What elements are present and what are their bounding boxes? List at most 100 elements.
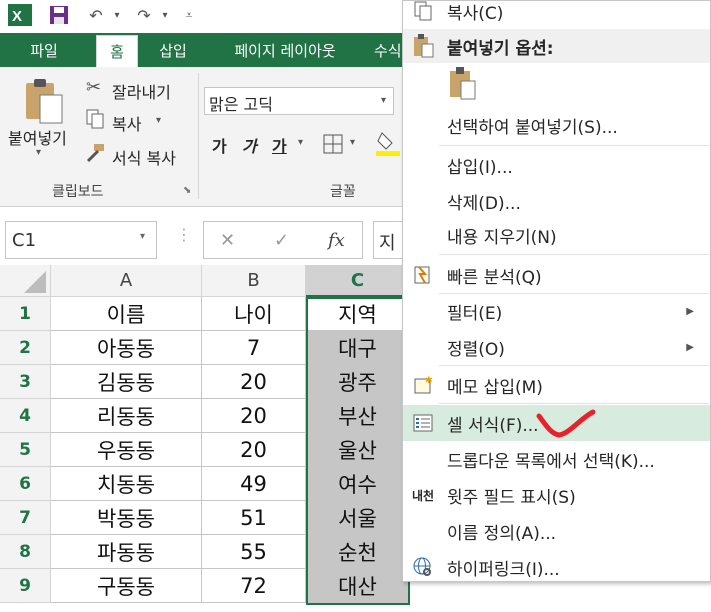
customize-qat-icon[interactable]: ⩡ <box>180 4 198 26</box>
row-header[interactable]: 2 <box>0 331 51 365</box>
table-cell-c[interactable]: 순천 <box>306 535 410 569</box>
menu-item-paste-special-label: 선택하여 붙여넣기(S)... <box>447 117 618 138</box>
tab-home[interactable]: 홈 <box>96 35 138 67</box>
menu-item-sort[interactable]: 정렬(O) ▶ <box>403 329 710 365</box>
menu-item-delete[interactable]: 삭제(D)... <box>403 183 710 219</box>
tab-file[interactable]: 파일 <box>0 33 88 67</box>
font-name-dropdown[interactable]: 맑은 고딕 ▾ <box>204 87 394 115</box>
menu-item-delete-label: 삭제(D)... <box>447 193 521 214</box>
undo-dropdown-icon[interactable]: ▾ <box>110 4 124 26</box>
menu-item-paste-special[interactable]: 선택하여 붙여넣기(S)... <box>403 107 710 143</box>
format-painter-button[interactable]: 서식 복사 <box>112 145 176 169</box>
paste-icon[interactable] <box>22 79 66 125</box>
menu-item-insert[interactable]: 삽입(I)... <box>403 147 710 183</box>
bold-button[interactable]: 가 <box>212 133 227 157</box>
table-cell-a[interactable]: 구동동 <box>51 569 202 603</box>
table-cell-a[interactable]: 리동동 <box>51 399 202 433</box>
table-cell-a[interactable]: 아동동 <box>51 331 202 365</box>
copy-button[interactable]: 복사 <box>112 111 141 135</box>
tab-formulas[interactable]: 수식 <box>368 33 402 67</box>
cut-button[interactable]: 잘라내기 <box>112 79 171 103</box>
table-cell-a[interactable]: 이름 <box>51 297 202 331</box>
table-cell-c[interactable]: 지역 <box>306 297 410 331</box>
borders-icon[interactable] <box>322 133 346 155</box>
table-cell-c[interactable]: 여수 <box>306 467 410 501</box>
row-header[interactable]: 7 <box>0 501 51 535</box>
table-cell-b[interactable]: 72 <box>202 569 306 603</box>
menu-item-copy-label: 복사(C) <box>447 3 504 24</box>
row-header[interactable]: 5 <box>0 433 51 467</box>
table-cell-b[interactable]: 20 <box>202 365 306 399</box>
row-header[interactable]: 1 <box>0 297 51 331</box>
copy-icon[interactable] <box>86 109 104 129</box>
paste-dropdown-icon[interactable]: ▾ <box>36 147 41 158</box>
menu-item-phonetic[interactable]: 내천 윗주 필드 표시(S) <box>403 477 710 513</box>
cut-icon[interactable]: ✂ <box>86 77 101 98</box>
table-cell-b[interactable]: 51 <box>202 501 306 535</box>
table-cell-b[interactable]: 20 <box>202 399 306 433</box>
table-cell-c[interactable]: 서울 <box>306 501 410 535</box>
italic-button[interactable]: 가 <box>242 133 257 157</box>
underline-dropdown-icon[interactable]: ▾ <box>298 137 303 148</box>
tab-page-layout[interactable]: 페이지 레이아웃 <box>208 33 362 67</box>
redo-icon[interactable]: ↷ <box>132 4 156 26</box>
row-header[interactable]: 8 <box>0 535 51 569</box>
fill-color-icon[interactable] <box>376 129 402 157</box>
format-painter-icon[interactable] <box>84 143 106 163</box>
close-icon[interactable]: ✕ <box>220 230 235 251</box>
table-cell-c[interactable]: 대산 <box>306 569 410 603</box>
menu-item-copy[interactable]: 복사(C) <box>403 0 710 29</box>
table-cell-c[interactable]: 울산 <box>306 433 410 467</box>
fx-button[interactable]: fx <box>328 230 345 251</box>
menu-item-pick-from-list[interactable]: 드롭다운 목록에서 선택(K)... <box>403 441 710 477</box>
column-header-a[interactable]: A <box>51 265 202 297</box>
chevron-down-icon[interactable]: ▾ <box>381 95 386 106</box>
column-header-c[interactable]: C <box>306 265 410 297</box>
menu-item-define-name[interactable]: 이름 정의(A)... <box>403 513 710 549</box>
menu-item-quick-analysis[interactable]: 빠른 분석(Q) <box>403 257 710 293</box>
undo-icon[interactable]: ↶ <box>84 4 108 26</box>
table-cell-a[interactable]: 치동동 <box>51 467 202 501</box>
submenu-arrow-icon: ▶ <box>686 305 694 317</box>
underline-button[interactable]: 가 <box>272 133 287 157</box>
copy-dropdown-icon[interactable]: ▾ <box>156 115 161 126</box>
name-box-dropdown-icon[interactable]: ▾ <box>140 231 145 242</box>
row-header[interactable]: 4 <box>0 399 51 433</box>
table-cell-a[interactable]: 김동동 <box>51 365 202 399</box>
table-cell-c[interactable]: 대구 <box>306 331 410 365</box>
row-header[interactable]: 3 <box>0 365 51 399</box>
paste-button[interactable]: 붙여넣기 <box>8 125 67 149</box>
save-icon[interactable] <box>46 4 72 26</box>
select-all-corner[interactable] <box>0 265 51 297</box>
row-header[interactable]: 9 <box>0 569 51 603</box>
menu-item-insert-comment[interactable]: ✱ 메모 삽입(M) <box>403 367 710 403</box>
table-cell-b[interactable]: 49 <box>202 467 306 501</box>
clipboard-group-label: 클립보드 <box>52 184 104 200</box>
paste-option-button[interactable] <box>447 67 477 103</box>
clipboard-launcher-icon[interactable]: ⬊ <box>183 185 191 196</box>
tab-insert[interactable]: 삽입 <box>144 33 202 67</box>
menu-item-filter[interactable]: 필터(E) ▶ <box>403 293 710 329</box>
table-cell-b[interactable]: 7 <box>202 331 306 365</box>
table-cell-c[interactable]: 부산 <box>306 399 410 433</box>
table-cell-a[interactable]: 우동동 <box>51 433 202 467</box>
check-icon[interactable]: ✓ <box>274 230 289 251</box>
formula-buttons: ✕ ✓ fx <box>203 221 363 259</box>
formula-content: 지 <box>379 233 396 254</box>
name-box[interactable]: C1 <box>5 221 157 259</box>
menu-header-paste-options-label: 붙여넣기 옵션: <box>447 38 554 59</box>
red-checkmark-annotation <box>536 409 596 438</box>
table-cell-a[interactable]: 박동동 <box>51 501 202 535</box>
menu-item-hyperlink[interactable]: 하이퍼링크(I)... <box>403 549 710 585</box>
table-cell-b[interactable]: 나이 <box>202 297 306 331</box>
name-box-value: C1 <box>12 230 37 251</box>
row-header[interactable]: 6 <box>0 467 51 501</box>
table-cell-b[interactable]: 20 <box>202 433 306 467</box>
borders-dropdown-icon[interactable]: ▾ <box>350 137 355 148</box>
table-cell-b[interactable]: 55 <box>202 535 306 569</box>
table-cell-c[interactable]: 광주 <box>306 365 410 399</box>
column-header-b[interactable]: B <box>202 265 306 297</box>
menu-item-clear-contents[interactable]: 내용 지우기(N) <box>403 217 710 253</box>
redo-dropdown-icon[interactable]: ▾ <box>158 4 172 26</box>
table-cell-a[interactable]: 파동동 <box>51 535 202 569</box>
